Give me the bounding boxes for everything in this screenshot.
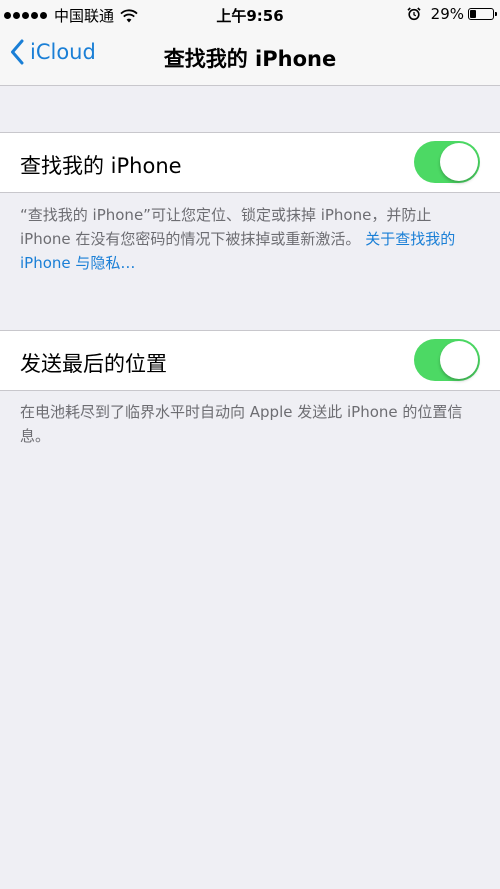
send-last-location-cell: 发送最后的位置 bbox=[0, 331, 500, 390]
send-last-location-label: 发送最后的位置 bbox=[20, 352, 167, 376]
find-iphone-cell: 查找我的 iPhone bbox=[0, 133, 500, 192]
find-iphone-label: 查找我的 iPhone bbox=[20, 154, 182, 178]
battery-percent: 29% bbox=[430, 5, 464, 23]
find-iphone-group: 查找我的 iPhone bbox=[0, 132, 500, 193]
send-last-location-group: 发送最后的位置 bbox=[0, 330, 500, 391]
navigation-bar: iCloud 查找我的 iPhone bbox=[0, 30, 500, 86]
toggle-knob bbox=[440, 341, 478, 379]
battery-icon bbox=[468, 8, 497, 20]
page-title: 查找我的 iPhone bbox=[163, 47, 337, 71]
toggle-knob bbox=[440, 143, 478, 181]
status-right: 29% bbox=[407, 5, 497, 23]
send-last-location-toggle[interactable] bbox=[414, 339, 480, 381]
send-last-location-description: 在电池耗尽到了临界水平时自动向 Apple 发送此 iPhone 的位置信息。 bbox=[20, 403, 463, 445]
battery-fill bbox=[470, 10, 476, 18]
alarm-icon bbox=[407, 7, 421, 21]
find-iphone-toggle[interactable] bbox=[414, 141, 480, 183]
status-bar: 中国联通 上午9:56 29% bbox=[0, 0, 500, 30]
find-iphone-description: “查找我的 iPhone”可让您定位、锁定或抹掉 iPhone，并防止 iPho… bbox=[20, 203, 475, 275]
